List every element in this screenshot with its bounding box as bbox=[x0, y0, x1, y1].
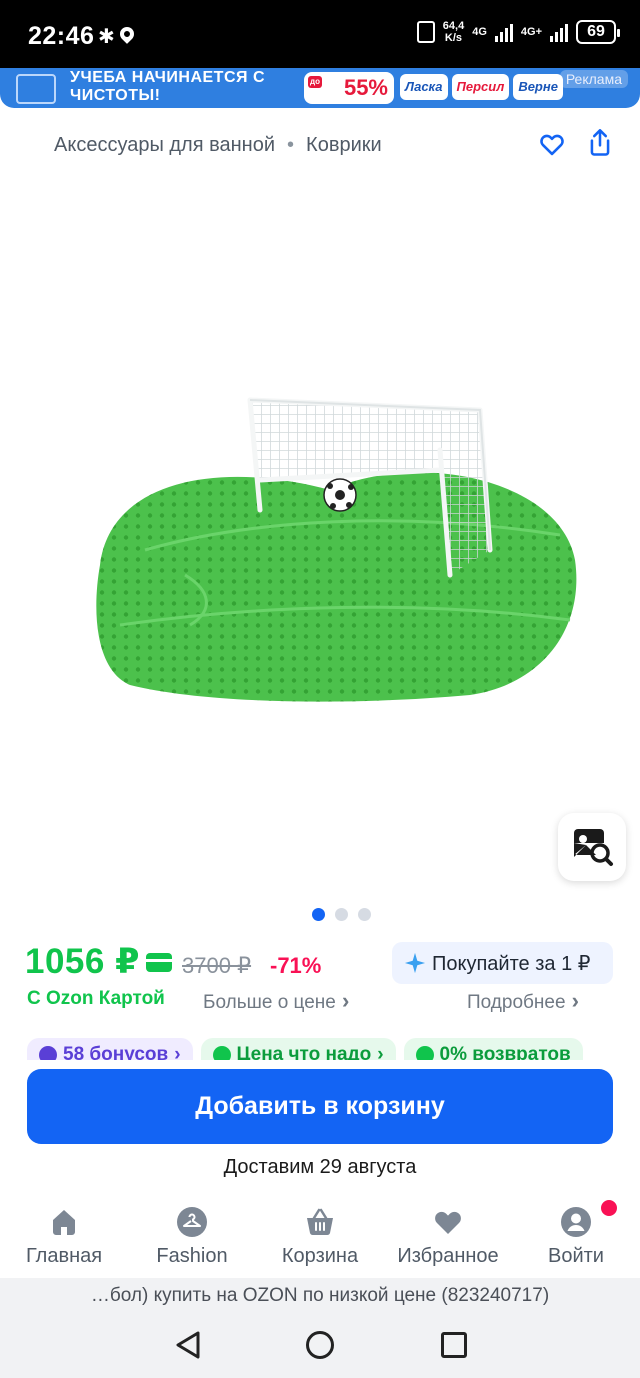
ad-label[interactable]: Реклама bbox=[559, 70, 628, 88]
benefit-chips: 58 бонусов › Цена что надо › 0% возвратов bbox=[27, 1038, 583, 1060]
ad-promo-badge: до 55% bbox=[304, 72, 394, 104]
image-search-button[interactable] bbox=[558, 813, 626, 881]
gallery-dot-active[interactable] bbox=[312, 908, 325, 921]
share-icon[interactable] bbox=[586, 128, 614, 158]
ozon-card-label[interactable]: С Ozon Картой bbox=[27, 988, 165, 1010]
more-about-price-link[interactable]: Больше о цене bbox=[203, 988, 349, 1014]
ad-brands: Ласка Персил Верне bbox=[400, 74, 563, 100]
heart-icon bbox=[435, 1211, 461, 1234]
page-url-bar[interactable]: …бол) купить на OZON по низкой цене (823… bbox=[0, 1278, 640, 1314]
status-time: 22:46 bbox=[28, 22, 95, 50]
recent-apps-icon[interactable] bbox=[441, 1332, 467, 1358]
nav-label: Корзина bbox=[281, 1245, 359, 1267]
signal-icon-2 bbox=[550, 22, 568, 42]
card-icon bbox=[146, 953, 172, 972]
home-icon bbox=[53, 1210, 75, 1235]
nav-item-fashion[interactable]: Fashion bbox=[128, 1200, 256, 1278]
ad-headline: УЧЕБА НАЧИНАЕТСЯ С ЧИСТОТЫ! bbox=[70, 69, 265, 104]
gallery-dot[interactable] bbox=[358, 908, 371, 921]
ad-banner[interactable]: УЧЕБА НАЧИНАЕТСЯ С ЧИСТОТЫ! до 55% Ласка… bbox=[0, 68, 640, 108]
thumbs-up-icon bbox=[212, 1046, 231, 1060]
signal-icon bbox=[494, 22, 513, 42]
nav-item-cart[interactable]: Корзина bbox=[256, 1200, 384, 1278]
battery-indicator: 69 bbox=[576, 20, 620, 44]
network-speed: 64,4 K/s bbox=[443, 20, 464, 44]
ad-promo-prefix: до bbox=[308, 76, 322, 88]
bottom-navigation: Главная Fashion Корзина Избранное Войти bbox=[0, 1198, 640, 1278]
back-icon[interactable] bbox=[174, 1330, 202, 1360]
old-price: 3700 ₽ bbox=[182, 953, 252, 978]
nav-item-favorites[interactable]: Избранное bbox=[384, 1200, 512, 1278]
returns-chip[interactable]: 0% возвратов bbox=[403, 1038, 583, 1060]
hanger-icon bbox=[177, 1207, 207, 1237]
nav-label: Fashion bbox=[156, 1245, 228, 1267]
ad-brand: Ласка bbox=[400, 74, 448, 100]
sparkle-icon bbox=[404, 952, 426, 974]
product-page: 22:46 ✱ 64,4 K/s 4G 4G+ 69 УЧЕБА НАЧИНАЕ… bbox=[0, 0, 640, 1378]
details-link[interactable]: Подробнее bbox=[467, 988, 579, 1014]
home-button-icon[interactable] bbox=[306, 1331, 334, 1359]
nav-label: Избранное bbox=[397, 1245, 499, 1267]
product-gallery[interactable] bbox=[0, 180, 640, 890]
network-type-1: 4G bbox=[472, 26, 487, 38]
network-speed-value: 64,4 bbox=[442, 20, 465, 32]
chip-label: 58 бонусов bbox=[63, 1044, 169, 1060]
ad-promo-value: 55% bbox=[343, 75, 388, 100]
discount-badge: -71% bbox=[270, 953, 322, 978]
gallery-pagination bbox=[312, 908, 371, 921]
breadcrumb-item-mats[interactable]: Коврики bbox=[306, 134, 382, 157]
buy-for-one-ruble-button[interactable]: Покупайте за 1 ₽ bbox=[392, 942, 613, 984]
breadcrumb-item-bathroom-accessories[interactable]: Аксессуары для ванной bbox=[54, 134, 275, 157]
breadcrumb-separator: • bbox=[287, 134, 295, 156]
network-type-2: 4G+ bbox=[520, 26, 542, 38]
user-icon bbox=[561, 1207, 591, 1237]
return-icon bbox=[415, 1046, 434, 1060]
ad-brand: Верне bbox=[513, 74, 563, 100]
breadcrumb: Аксессуары для ванной • Коврики bbox=[54, 134, 382, 157]
chevron-right-icon: › bbox=[377, 1044, 384, 1060]
gallery-dot[interactable] bbox=[335, 908, 348, 921]
ad-brand: Персил bbox=[451, 74, 510, 100]
delivery-date: Доставим 29 августа bbox=[223, 1156, 417, 1178]
nav-label: Войти bbox=[548, 1245, 604, 1267]
buy-for-label: Покупайте за 1 ₽ bbox=[432, 952, 591, 975]
network-speed-unit: K/s bbox=[444, 32, 463, 44]
favorite-heart-icon[interactable] bbox=[538, 130, 566, 158]
nav-item-home[interactable]: Главная bbox=[0, 1200, 128, 1278]
good-price-chip[interactable]: Цена что надо › bbox=[200, 1038, 396, 1060]
basket-icon bbox=[307, 1208, 333, 1236]
location-icon bbox=[117, 24, 137, 44]
vibrate-icon bbox=[416, 21, 435, 43]
status-indicators: 64,4 K/s 4G 4G+ 69 bbox=[416, 20, 620, 44]
chip-label: Цена что надо bbox=[236, 1044, 372, 1060]
chip-label: 0% возвратов bbox=[439, 1044, 571, 1060]
nav-item-login[interactable]: Войти bbox=[512, 1198, 640, 1278]
status-bar: 22:46 ✱ 64,4 K/s 4G 4G+ 69 bbox=[0, 0, 640, 68]
notification-dot bbox=[599, 1198, 619, 1218]
image-search-icon bbox=[574, 829, 613, 866]
bonus-icon bbox=[39, 1046, 57, 1060]
system-navigation-bar bbox=[0, 1314, 640, 1378]
book-icon bbox=[16, 74, 56, 104]
current-price: 1056 ₽ bbox=[25, 942, 140, 981]
product-image bbox=[96, 397, 577, 702]
bonus-chip[interactable]: 58 бонусов › bbox=[27, 1038, 193, 1060]
cart-panel: Добавить в корзину Доставим 29 августа bbox=[0, 1060, 640, 1200]
add-to-cart-button[interactable]: Добавить в корзину bbox=[27, 1069, 613, 1144]
nav-label: Главная bbox=[25, 1245, 103, 1267]
bluetooth-icon: ✱ bbox=[98, 26, 115, 48]
chevron-right-icon: › bbox=[174, 1044, 181, 1060]
